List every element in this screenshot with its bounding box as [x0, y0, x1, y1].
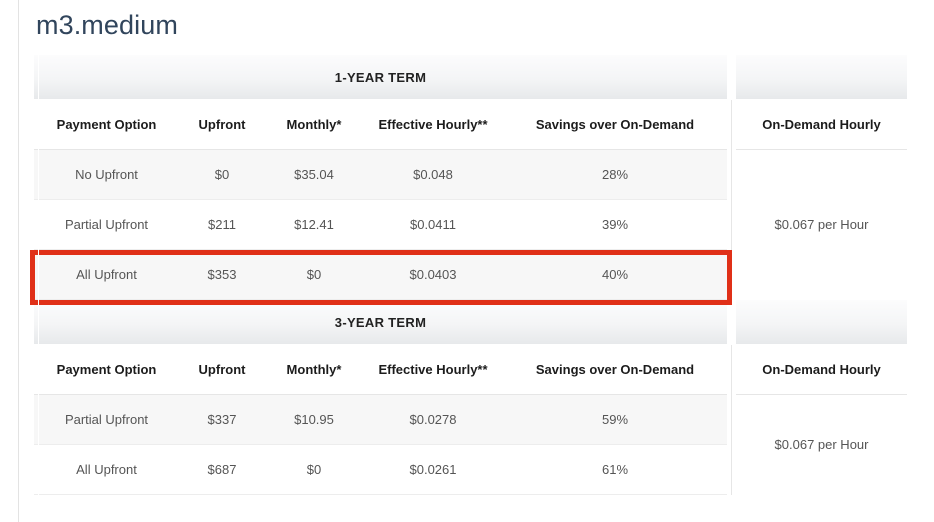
cell-payment-option: All Upfront: [34, 249, 179, 300]
cell-effective-hourly: $0.0261: [363, 444, 503, 495]
cell-effective-hourly: $0.0403: [363, 249, 503, 300]
term-band-3-year: 3-YEAR TERM: [34, 300, 908, 345]
column-header-upfront: Upfront: [179, 344, 265, 395]
column-divider: [727, 344, 737, 395]
column-header-monthly: Monthly*: [265, 99, 363, 150]
cell-on-demand-hourly: $0.067 per Hour: [736, 149, 908, 300]
cell-effective-hourly: $0.048: [363, 149, 503, 200]
column-divider: [727, 199, 737, 250]
pricing-table-1-year: 1-YEAR TERM Payment Option Upfront Month…: [34, 55, 908, 300]
column-divider: [727, 394, 737, 445]
cell-savings: 40%: [503, 249, 728, 300]
column-divider: [727, 444, 737, 495]
table-row: No Upfront $0 $35.04 $0.048 28% $0.067 p…: [34, 149, 908, 300]
column-header-row-3-year: Payment Option Upfront Monthly* Effectiv…: [34, 344, 908, 395]
column-header-row-1-year: Payment Option Upfront Monthly* Effectiv…: [34, 99, 908, 150]
term-band-label: 3-YEAR TERM: [34, 300, 728, 345]
cell-upfront: $0: [179, 149, 265, 200]
cell-on-demand-hourly: $0.067 per Hour: [736, 394, 908, 495]
column-divider: [727, 99, 737, 150]
cell-effective-hourly: $0.0278: [363, 394, 503, 445]
pricing-table-3-year: 3-YEAR TERM Payment Option Upfront Month…: [34, 300, 908, 495]
table-row: Partial Upfront $337 $10.95 $0.0278 59% …: [34, 394, 908, 495]
cell-payment-option: Partial Upfront: [34, 199, 179, 250]
cell-savings: 39%: [503, 199, 728, 250]
cell-upfront: $687: [179, 444, 265, 495]
cell-upfront: $353: [179, 249, 265, 300]
cell-monthly: $0: [265, 444, 363, 495]
column-header-on-demand-hourly: On-Demand Hourly: [736, 344, 908, 395]
column-divider: [727, 300, 737, 345]
column-header-payment-option: Payment Option: [34, 99, 179, 150]
cell-savings: 61%: [503, 444, 728, 495]
pricing-page: m3.medium 1-YEAR TERM Payment Option Upf…: [0, 0, 934, 522]
column-header-monthly: Monthly*: [265, 344, 363, 395]
column-divider: [727, 249, 737, 300]
column-header-effective-hourly: Effective Hourly**: [363, 99, 503, 150]
column-divider: [727, 149, 737, 200]
term-band-label: 1-YEAR TERM: [34, 55, 728, 100]
cell-upfront: $211: [179, 199, 265, 250]
column-header-savings: Savings over On-Demand: [503, 344, 728, 395]
cell-monthly: $35.04: [265, 149, 363, 200]
term-band-1-year: 1-YEAR TERM: [34, 55, 908, 100]
cell-payment-option: No Upfront: [34, 149, 179, 200]
page-title: m3.medium: [36, 10, 178, 40]
cell-savings: 59%: [503, 394, 728, 445]
cell-monthly: $10.95: [265, 394, 363, 445]
column-header-savings: Savings over On-Demand: [503, 99, 728, 150]
column-header-effective-hourly: Effective Hourly**: [363, 344, 503, 395]
cell-monthly: $12.41: [265, 199, 363, 250]
cell-effective-hourly: $0.0411: [363, 199, 503, 250]
column-header-upfront: Upfront: [179, 99, 265, 150]
cell-payment-option: Partial Upfront: [34, 394, 179, 445]
column-header-payment-option: Payment Option: [34, 344, 179, 395]
term-band-spacer: [736, 300, 908, 345]
cell-monthly: $0: [265, 249, 363, 300]
pricing-tables: 1-YEAR TERM Payment Option Upfront Month…: [30, 55, 908, 495]
column-divider: [727, 55, 737, 100]
cell-upfront: $337: [179, 394, 265, 445]
cell-payment-option: All Upfront: [34, 444, 179, 495]
cell-savings: 28%: [503, 149, 728, 200]
column-header-on-demand-hourly: On-Demand Hourly: [736, 99, 908, 150]
term-band-spacer: [736, 55, 908, 100]
